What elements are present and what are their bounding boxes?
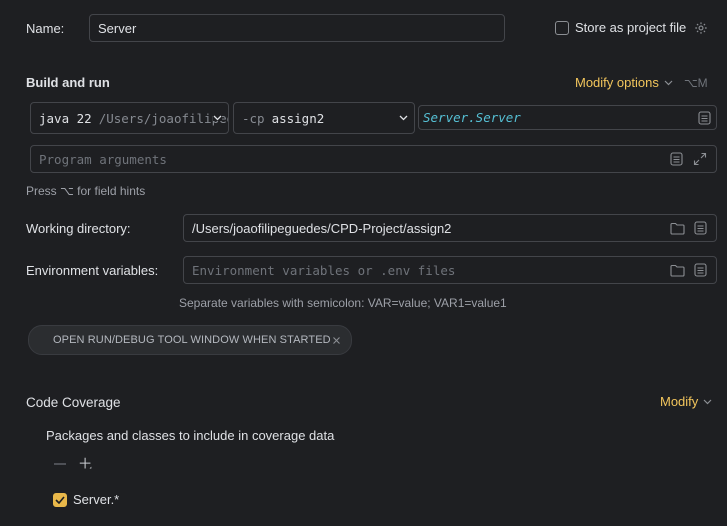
add-icon[interactable]: [78, 456, 94, 472]
environment-variables-label: Environment variables:: [26, 263, 159, 278]
expand-icon[interactable]: [692, 151, 708, 167]
name-input[interactable]: Server: [89, 14, 505, 42]
list-icon[interactable]: [668, 151, 684, 167]
folder-icon[interactable]: [669, 262, 685, 278]
name-label: Name:: [26, 21, 65, 36]
coverage-entry-pattern: Server.*: [73, 492, 120, 507]
modify-options-label: Modify options: [575, 75, 659, 90]
build-and-run-title: Build and run: [26, 75, 110, 90]
open-tool-window-chip[interactable]: OPEN RUN/DEBUG TOOL WINDOW WHEN STARTED: [28, 325, 352, 355]
chevron-down-icon: [213, 115, 222, 121]
working-directory-label: Working directory:: [26, 221, 131, 236]
list-icon[interactable]: [692, 220, 708, 236]
working-directory-input[interactable]: /Users/joaofilipeguedes/CPD-Project/assi…: [183, 214, 717, 242]
open-tool-window-chip-label: OPEN RUN/DEBUG TOOL WINDOW WHEN STARTED: [53, 334, 331, 346]
jdk-version: java 22: [39, 110, 92, 126]
jdk-select[interactable]: java 22 /Users/joaofilipeguedes: [30, 102, 229, 134]
close-icon[interactable]: [332, 336, 341, 345]
coverage-packages-label: Packages and classes to include in cover…: [46, 428, 335, 443]
jdk-path: /Users/joaofilipeguedes: [98, 110, 228, 126]
list-icon[interactable]: [692, 262, 708, 278]
environment-variables-hint: Separate variables with semicolon: VAR=v…: [179, 296, 507, 310]
store-as-project-file-label: Store as project file: [575, 20, 687, 35]
folder-icon[interactable]: [669, 220, 685, 236]
classpath-prefix: -cp: [242, 110, 265, 126]
program-arguments-input[interactable]: Program arguments: [30, 145, 717, 173]
main-class-input[interactable]: Server.Server: [418, 105, 717, 130]
environment-variables-input[interactable]: Environment variables or .env files: [183, 256, 717, 284]
chevron-down-icon: [703, 399, 712, 405]
coverage-entry[interactable]: Server.*: [53, 492, 119, 507]
field-hints-text: Press ⌥ for field hints: [26, 184, 146, 198]
main-class-value: Server.Server: [423, 110, 521, 125]
code-coverage-title: Code Coverage: [26, 395, 121, 410]
classpath-module: assign2: [271, 110, 325, 126]
working-directory-value: /Users/joaofilipeguedes/CPD-Project/assi…: [192, 220, 452, 236]
gear-icon[interactable]: [694, 21, 708, 35]
store-as-project-file[interactable]: Store as project file: [555, 20, 708, 35]
browse-list-icon[interactable]: [696, 110, 712, 126]
program-arguments-placeholder: Program arguments: [39, 151, 167, 167]
name-input-value: Server: [98, 20, 137, 36]
classpath-select[interactable]: -cp assign2: [233, 102, 415, 134]
chevron-down-icon: [399, 115, 408, 121]
modify-options-button[interactable]: Modify options ⌥M: [575, 75, 708, 90]
store-as-project-file-checkbox[interactable]: [555, 20, 569, 35]
coverage-entry-checkbox[interactable]: [53, 492, 67, 507]
remove-icon[interactable]: [52, 456, 68, 472]
environment-variables-placeholder: Environment variables or .env files: [192, 262, 456, 278]
code-coverage-modify-label: Modify: [660, 394, 699, 409]
chevron-down-icon: [664, 80, 673, 86]
modify-options-shortcut: ⌥M: [683, 75, 708, 90]
code-coverage-modify-button[interactable]: Modify: [660, 394, 712, 409]
